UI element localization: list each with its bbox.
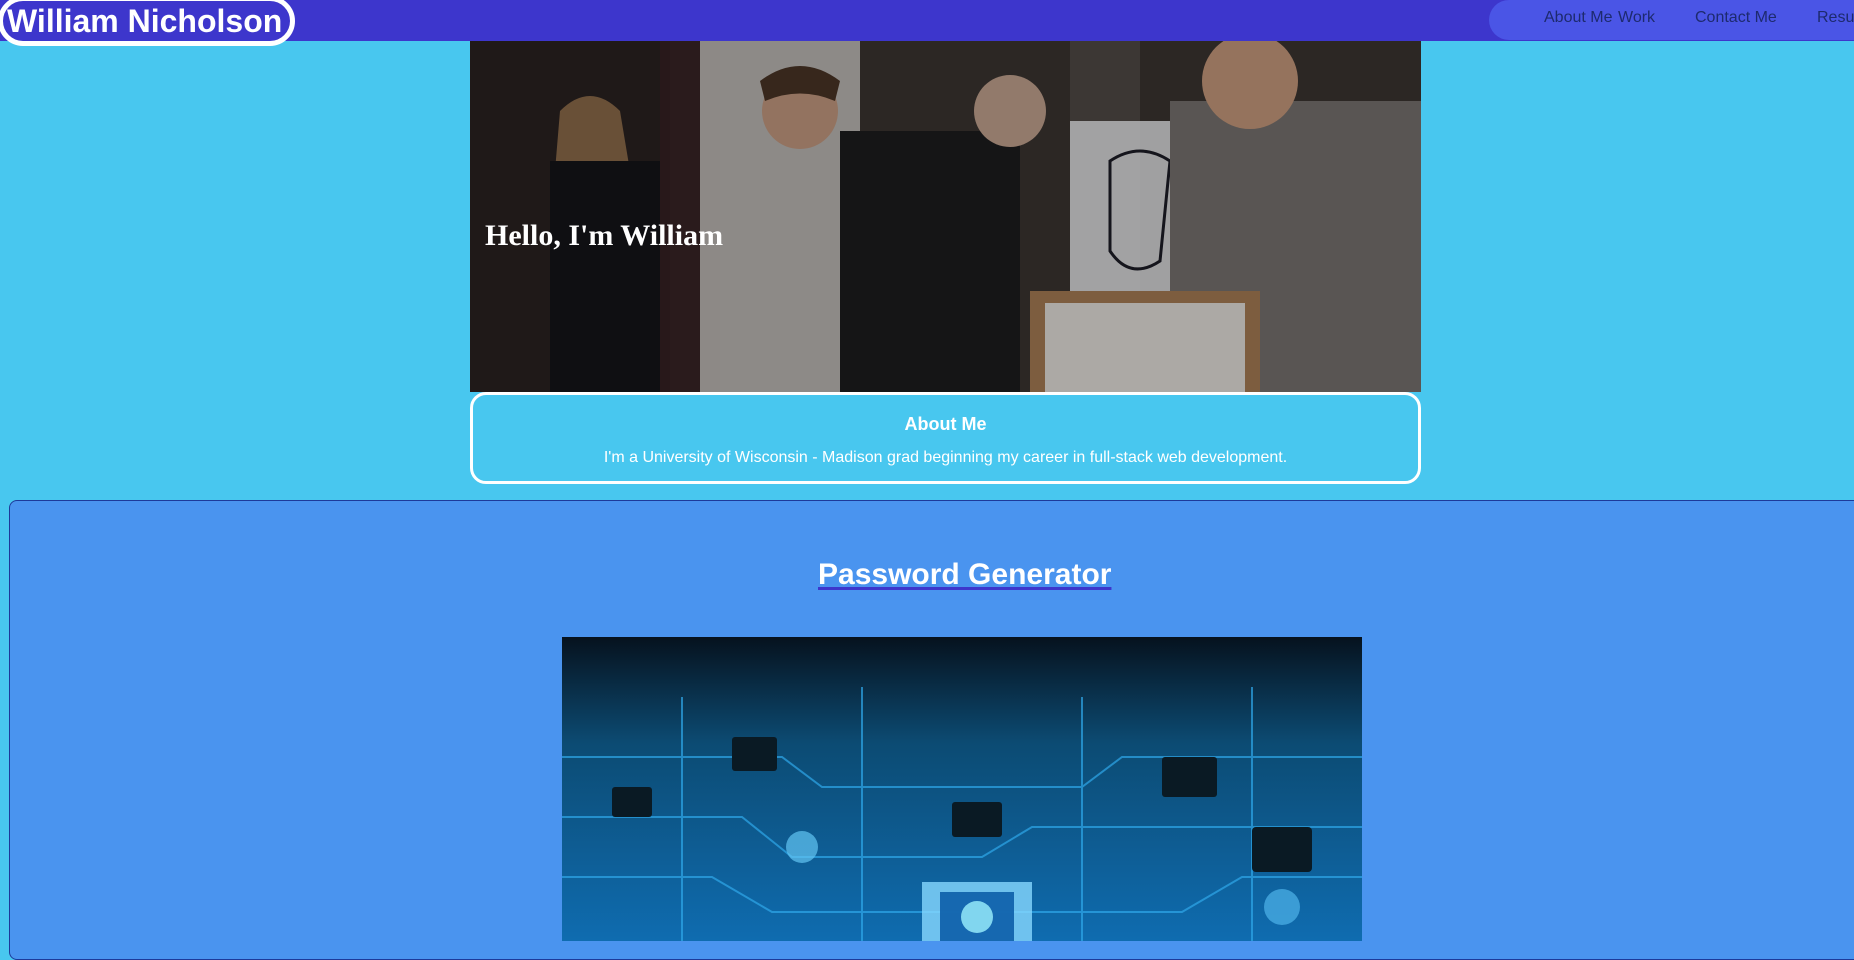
hero-photo xyxy=(470,41,1421,392)
hero-banner: Hello, I'm William xyxy=(470,41,1421,392)
about-title: About Me xyxy=(904,414,987,434)
about-text: I'm a University of Wisconsin - Madison … xyxy=(603,449,1288,466)
nav-contact-me[interactable]: Contact Me xyxy=(1695,9,1777,27)
site-header: William Nicholson About Me Work Contact … xyxy=(0,0,1854,46)
circuit-board-image xyxy=(562,637,1362,941)
project-image[interactable] xyxy=(562,637,1362,941)
main-nav: About Me Work Contact Me Resu xyxy=(1489,0,1854,40)
about-me-card: About Me I'm a University of Wisconsin -… xyxy=(470,392,1421,484)
site-logo[interactable]: William Nicholson xyxy=(0,0,296,46)
work-section: Password Generator xyxy=(9,500,1854,960)
nav-about-me[interactable]: About Me xyxy=(1544,9,1612,27)
nav-resume[interactable]: Resu xyxy=(1817,9,1854,27)
nav-work[interactable]: Work xyxy=(1618,9,1655,27)
hero-title: Hello, I'm William xyxy=(485,219,724,253)
project-title-link[interactable]: Password Generator xyxy=(818,558,1111,592)
